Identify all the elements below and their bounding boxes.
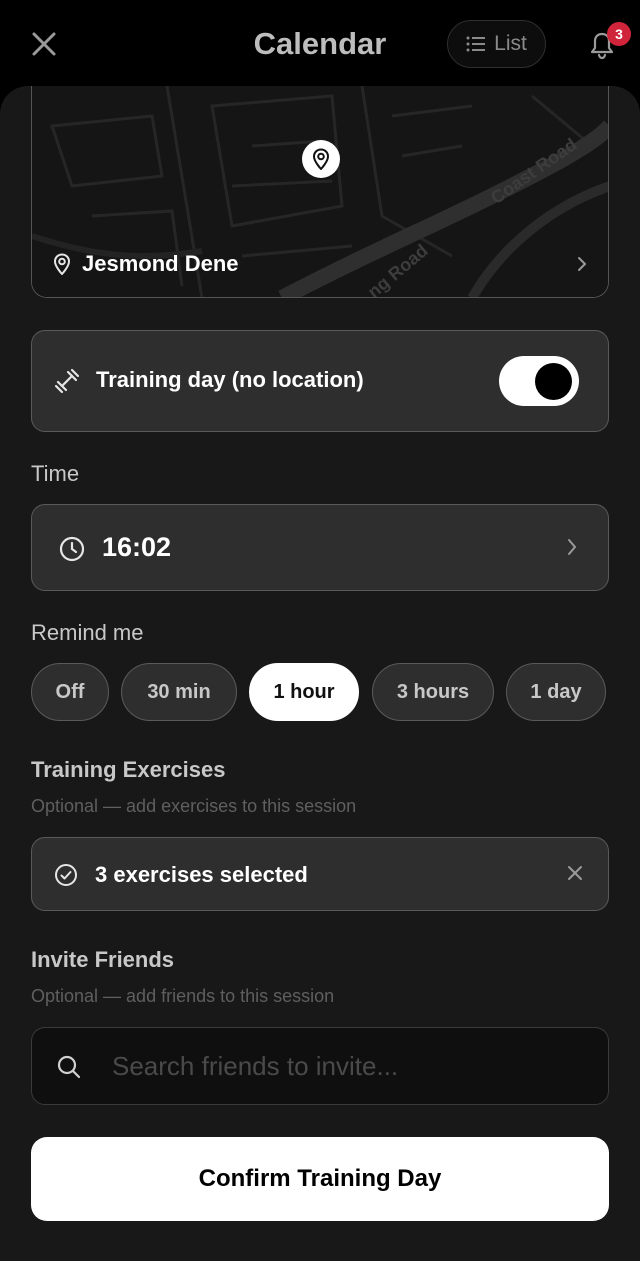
exercises-heading: Training Exercises: [31, 757, 226, 782]
chevron-right-icon: [568, 539, 577, 555]
reminder-option-3-hours[interactable]: 3 hours: [372, 663, 494, 721]
list-view-button[interactable]: List: [447, 20, 546, 68]
check-circle-icon: [55, 864, 77, 886]
time-section-label: Time: [31, 461, 80, 486]
reminder-option-off[interactable]: Off: [31, 663, 109, 721]
map-location-row: Jesmond Dene: [52, 251, 588, 277]
exercises-subtitle: Optional — add exercises to this session: [31, 796, 357, 816]
time-picker[interactable]: 16:02: [31, 504, 609, 591]
training-day-toggle[interactable]: [499, 356, 579, 406]
notification-badge: 3: [607, 22, 631, 46]
location-pin-icon: [53, 253, 71, 275]
confirm-training-day-button[interactable]: Confirm Training Day: [31, 1137, 609, 1221]
dumbbell-icon: [54, 368, 80, 394]
invite-friends-heading: Invite Friends: [31, 947, 175, 972]
toggle-knob: [535, 363, 572, 400]
clock-icon: [59, 536, 85, 562]
selected-exercises-card[interactable]: 3 exercises selected: [31, 837, 609, 911]
reminder-section-label: Remind me: [31, 620, 144, 645]
location-map-card[interactable]: Coast Road ng Road Jesmond Dene: [31, 86, 609, 298]
selected-exercises-label: 3 exercises selected: [95, 862, 308, 887]
friend-search-input[interactable]: [112, 1042, 582, 1090]
invite-friends-subtitle: Optional — add friends to this session: [31, 986, 335, 1006]
training-day-label: Training day (no location): [96, 367, 364, 392]
location-name: Jesmond Dene: [82, 251, 239, 276]
reminder-option-1-day[interactable]: 1 day: [506, 663, 606, 721]
friend-search-box: [31, 1027, 609, 1105]
top-bar: Calendar List 3: [0, 0, 640, 86]
search-icon: [57, 1055, 81, 1079]
location-pin-icon: [312, 148, 330, 170]
time-value: 16:02: [102, 532, 172, 562]
clear-icon[interactable]: [566, 864, 584, 882]
reminder-option-1-hour[interactable]: 1 hour: [249, 663, 359, 721]
training-day-card: Training day (no location): [31, 330, 609, 432]
map-pin: [302, 140, 340, 178]
chevron-right-icon: [578, 257, 587, 271]
list-view-label: List: [494, 32, 527, 55]
list-icon: [466, 36, 486, 52]
reminder-option-30-min[interactable]: 30 min: [121, 663, 237, 721]
